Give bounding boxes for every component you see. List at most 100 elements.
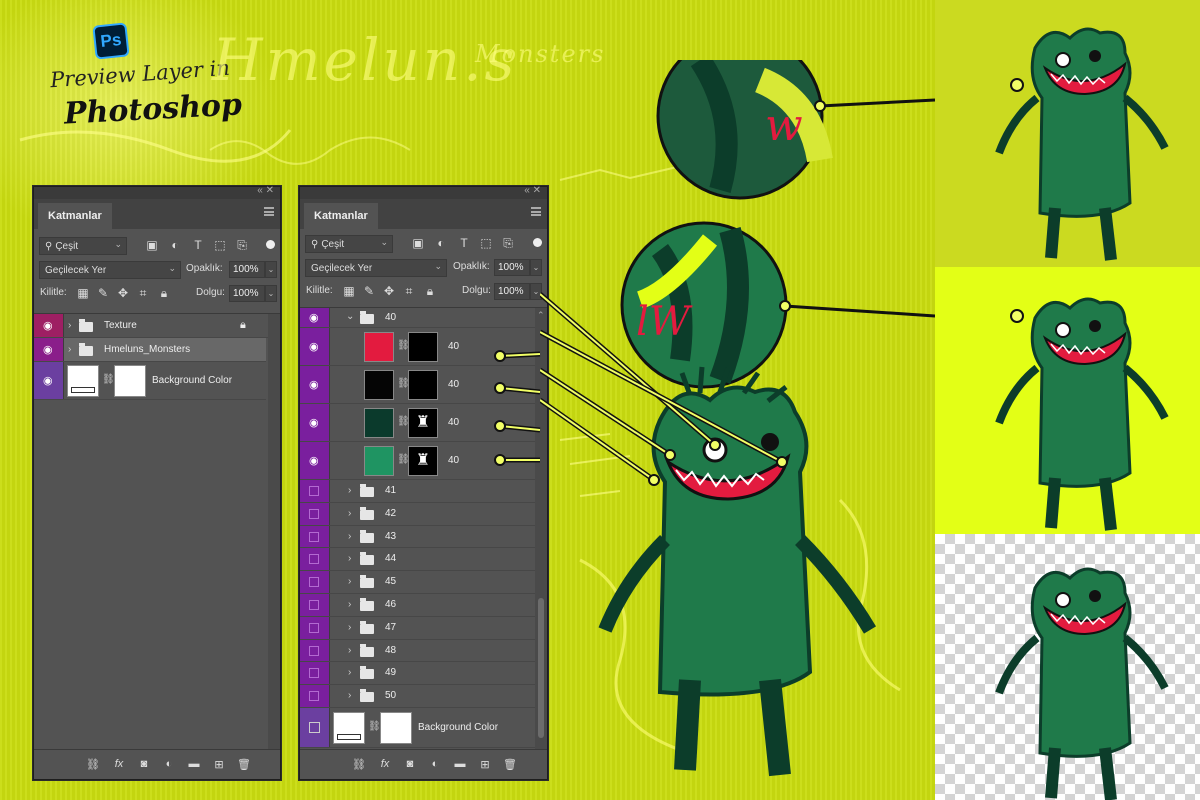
lock-all-icon[interactable]: 🔒︎ (157, 286, 171, 300)
lock-position-icon[interactable]: ✥ (382, 284, 396, 298)
blend-mode-dropdown[interactable]: Geçilecek Yer ⌄ (305, 259, 447, 277)
chevron-right-icon[interactable]: › (68, 344, 71, 355)
visibility-toggle[interactable] (300, 502, 330, 525)
panel-menu-icon[interactable] (264, 207, 274, 216)
layer-row-group[interactable]: › 46 (300, 594, 535, 617)
delete-layer-icon[interactable]: 🗑︎ (503, 757, 517, 771)
chevron-right-icon[interactable]: › (348, 531, 351, 542)
smart-object-filter-icon[interactable]: ⎘ (235, 238, 249, 252)
opacity-chevron-icon[interactable]: ⌄ (265, 261, 277, 278)
lock-paint-icon[interactable]: ✎ (96, 286, 110, 300)
new-layer-icon[interactable]: ⊞ (478, 757, 492, 771)
chevron-right-icon[interactable]: › (348, 645, 351, 656)
lock-position-icon[interactable]: ✥ (116, 286, 130, 300)
shape-filter-icon[interactable]: ⬚ (213, 238, 227, 252)
fx-icon[interactable]: fx (378, 757, 392, 771)
chevron-right-icon[interactable]: › (348, 622, 351, 633)
layer-row-texture[interactable]: ◉ › Texture 🔒︎ (34, 314, 280, 338)
visibility-toggle[interactable]: ◉ (300, 404, 330, 441)
chevron-right-icon[interactable]: › (348, 485, 351, 496)
new-group-icon[interactable]: ▬ (453, 757, 467, 771)
visibility-toggle[interactable] (300, 685, 330, 707)
lock-paint-icon[interactable]: ✎ (362, 284, 376, 298)
layer-row-group[interactable]: › 42 (300, 502, 535, 526)
visibility-toggle[interactable] (300, 480, 330, 502)
link-layers-icon[interactable]: ⛓ (86, 757, 100, 771)
filter-toggle[interactable] (266, 240, 275, 249)
chevron-right-icon[interactable]: › (348, 667, 351, 678)
layer-row-group-40[interactable]: ◉ ⌄ 40 (300, 308, 535, 328)
opacity-input[interactable]: 100% (494, 259, 530, 276)
new-group-icon[interactable]: ▬ (187, 757, 201, 771)
link-layers-icon[interactable]: ⛓ (352, 757, 366, 771)
pixel-filter-icon[interactable]: ▣ (411, 236, 425, 250)
lock-artboard-icon[interactable]: ⌗ (402, 284, 416, 298)
lock-artboard-icon[interactable]: ⌗ (136, 286, 150, 300)
chevron-right-icon[interactable]: › (68, 320, 71, 331)
layer-row-background-color[interactable]: ◉ ⛓ Background Color (34, 362, 266, 400)
delete-layer-icon[interactable]: 🗑︎ (237, 757, 251, 771)
adjustment-filter-icon[interactable]: ◐ (168, 238, 182, 252)
chevron-right-icon[interactable]: › (348, 690, 351, 701)
pixel-filter-icon[interactable]: ▣ (145, 238, 159, 252)
layer-row-background-color[interactable]: ⛓ Background Color (300, 708, 535, 748)
layer-row-group[interactable]: › 45 (300, 571, 535, 594)
visibility-toggle[interactable] (300, 662, 330, 685)
collapse-icon[interactable]: « ✕ (524, 185, 541, 196)
fx-icon[interactable]: fx (112, 757, 126, 771)
chevron-right-icon[interactable]: › (348, 599, 351, 610)
visibility-toggle[interactable] (300, 548, 330, 571)
visibility-toggle[interactable]: ◉ (34, 314, 64, 337)
visibility-toggle[interactable] (300, 639, 330, 662)
type-filter-icon[interactable]: T (457, 236, 471, 250)
tab-layers[interactable]: Katmanlar (38, 203, 112, 229)
layer-row-group[interactable]: › 49 (300, 662, 535, 686)
visibility-toggle[interactable] (300, 594, 330, 616)
filter-kind-dropdown[interactable]: ⚲ Çeşit ⌄ (305, 235, 393, 253)
visibility-toggle[interactable]: ◉ (300, 308, 330, 327)
visibility-toggle[interactable] (300, 616, 330, 639)
lock-transparent-icon[interactable]: ▦ (76, 286, 90, 300)
scrollbar[interactable] (268, 314, 280, 752)
chevron-right-icon[interactable]: › (348, 576, 351, 587)
visibility-toggle[interactable]: ◉ (300, 442, 330, 479)
lock-all-icon[interactable]: 🔒︎ (423, 284, 437, 298)
add-mask-icon[interactable]: ◙ (403, 757, 417, 771)
collapse-icon[interactable]: « ✕ (257, 185, 274, 196)
layer-row-hmeluns-monsters[interactable]: ◉ › Hmeluns_Monsters (34, 338, 266, 362)
new-layer-icon[interactable]: ⊞ (212, 757, 226, 771)
add-mask-icon[interactable]: ◙ (137, 757, 151, 771)
link-icon[interactable]: ⛓ (368, 721, 381, 732)
opacity-input[interactable]: 100% (229, 261, 265, 278)
visibility-toggle[interactable]: ◉ (34, 362, 64, 399)
fill-chevron-icon[interactable]: ⌄ (265, 285, 277, 302)
layer-row-group[interactable]: › 41 (300, 480, 535, 503)
filter-kind-dropdown[interactable]: ⚲ Çeşit ⌄ (39, 237, 127, 255)
shape-filter-icon[interactable]: ⬚ (479, 236, 493, 250)
adjustment-layer-icon[interactable]: ◐ (162, 757, 176, 771)
lock-transparent-icon[interactable]: ▦ (342, 284, 356, 298)
adjustment-filter-icon[interactable]: ◐ (434, 236, 448, 250)
tab-layers[interactable]: Katmanlar (304, 203, 378, 229)
visibility-toggle[interactable] (300, 708, 330, 747)
chevron-right-icon[interactable]: › (348, 553, 351, 564)
chevron-right-icon[interactable]: › (348, 508, 351, 519)
layer-row-group[interactable]: › 47 (300, 616, 535, 640)
layer-row-group[interactable]: › 44 (300, 548, 535, 572)
visibility-toggle[interactable] (300, 525, 330, 548)
layer-row-group[interactable]: › 43 (300, 525, 535, 549)
visibility-toggle[interactable] (300, 571, 330, 593)
visibility-toggle[interactable]: ◉ (300, 366, 330, 403)
adjustment-layer-icon[interactable]: ◐ (428, 757, 442, 771)
visibility-toggle[interactable]: ◉ (34, 338, 64, 361)
smart-object-filter-icon[interactable]: ⎘ (501, 236, 515, 250)
type-filter-icon[interactable]: T (191, 238, 205, 252)
layer-row-group[interactable]: › 48 (300, 639, 535, 663)
link-icon[interactable]: ⛓ (102, 374, 115, 385)
layer-row-group[interactable]: › 50 (300, 685, 535, 708)
visibility-toggle[interactable]: ◉ (300, 328, 330, 365)
chevron-down-icon[interactable]: ⌄ (346, 311, 354, 322)
fill-input[interactable]: 100% (229, 285, 265, 302)
fill-input[interactable]: 100% (494, 283, 530, 300)
blend-mode-dropdown[interactable]: Geçilecek Yer ⌄ (39, 261, 181, 279)
